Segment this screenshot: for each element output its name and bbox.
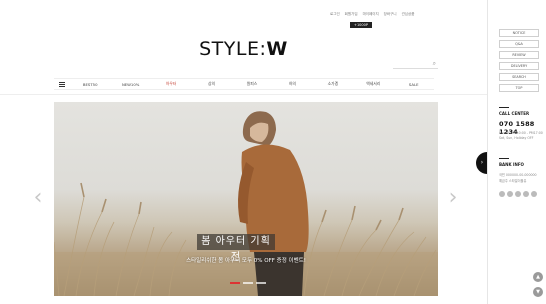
social-icon[interactable]	[531, 191, 537, 197]
header-divider	[0, 94, 487, 95]
bank-info-title: BANK INFO	[499, 162, 524, 167]
side-button-top[interactable]: TOP	[499, 84, 539, 92]
call-center-hours: Mon-Fri AM10:00 - PM17:00	[499, 131, 543, 135]
login-link[interactable]: 로그인	[330, 12, 340, 17]
nav-item-misc[interactable]: 소가겠	[313, 81, 353, 87]
mypage-link[interactable]: 마이페이지	[363, 12, 379, 17]
side-button-search[interactable]: SEARCH	[499, 73, 539, 81]
social-icon[interactable]	[515, 191, 521, 197]
join-point-badge: +1000P	[350, 22, 372, 28]
nav-item-best50[interactable]: BEST50	[70, 82, 110, 87]
call-center-title: CALL CENTER	[499, 111, 530, 116]
nav-item-top[interactable]: 상의	[191, 81, 231, 87]
scroll-down-button[interactable]: ▼	[533, 287, 543, 297]
nav-item-sale[interactable]: SALE	[394, 82, 434, 87]
next-slide-button[interactable]: ›	[447, 186, 459, 210]
call-center-note: Sat, Sun, Holiday OFF	[499, 136, 534, 140]
slide-dot[interactable]	[256, 282, 266, 284]
page: 로그인 회원가입 마이페이지 장바구니 관심상품 +1000P STYLE:W …	[0, 0, 546, 304]
nav-item-accessory[interactable]: 액세서리	[353, 81, 393, 87]
nav-item-onepiece[interactable]: 원피스	[232, 81, 272, 87]
hero-title: 봄 아우터 기획전	[201, 236, 271, 263]
nav-item-bottom[interactable]: 하의	[272, 81, 312, 87]
logo-prefix: STYLE:	[199, 38, 267, 60]
side-button-review[interactable]: REVIEW	[499, 51, 539, 59]
bank-holder: 예금주 스타일더블유	[499, 179, 527, 183]
social-icon[interactable]	[507, 191, 513, 197]
wishlist-link[interactable]: 관심상품	[402, 12, 415, 17]
social-icon[interactable]	[523, 191, 529, 197]
hamburger-menu-icon[interactable]	[54, 81, 70, 87]
utility-links: 로그인 회원가입 마이페이지 장바구니 관심상품	[330, 12, 480, 17]
search-input[interactable]	[393, 68, 431, 77]
hero-image	[54, 111, 438, 296]
divider	[499, 107, 509, 108]
side-button-notice[interactable]: NOTICE	[499, 29, 539, 37]
search-icon[interactable]: ⌕	[433, 60, 436, 68]
side-button-delivery[interactable]: DELIVERY	[499, 62, 539, 70]
slide-indicator	[230, 282, 266, 284]
join-link[interactable]: 회원가입	[345, 12, 358, 17]
social-links	[499, 191, 537, 197]
previous-slide-button[interactable]: ‹	[32, 186, 44, 210]
search-box: ⌕	[393, 59, 438, 77]
logo-suffix: W	[266, 38, 288, 60]
hero-subtitle: 스타일리쉬한 봄 아우터 모두 0% OFF 증정 이벤트!	[186, 258, 306, 264]
bank-account: 국민 000000-00-000000	[499, 173, 537, 177]
site-logo[interactable]: STYLE:W	[0, 38, 487, 60]
scroll-up-button[interactable]: ▲	[533, 272, 543, 282]
right-side-panel: NOTICE Q&A REVIEW DELIVERY SEARCH TOP CA…	[487, 0, 546, 304]
slide-dot[interactable]	[243, 282, 253, 284]
social-icon[interactable]	[499, 191, 505, 197]
nav-item-new[interactable]: NEW10%	[110, 82, 150, 87]
main-nav: BEST50 NEW10% 아우터 상의 원피스 하의 소가겠 액세서리 SAL…	[54, 78, 434, 90]
divider	[499, 158, 509, 159]
side-button-qna[interactable]: Q&A	[499, 40, 539, 48]
slide-dot[interactable]	[230, 282, 240, 284]
nav-item-outer[interactable]: 아우터	[151, 81, 191, 87]
hero-banner[interactable]: 봄 아우터 기획전 스타일리쉬한 봄 아우터 모두 0% OFF 증정 이벤트!	[54, 102, 438, 296]
cart-link[interactable]: 장바구니	[384, 12, 397, 17]
